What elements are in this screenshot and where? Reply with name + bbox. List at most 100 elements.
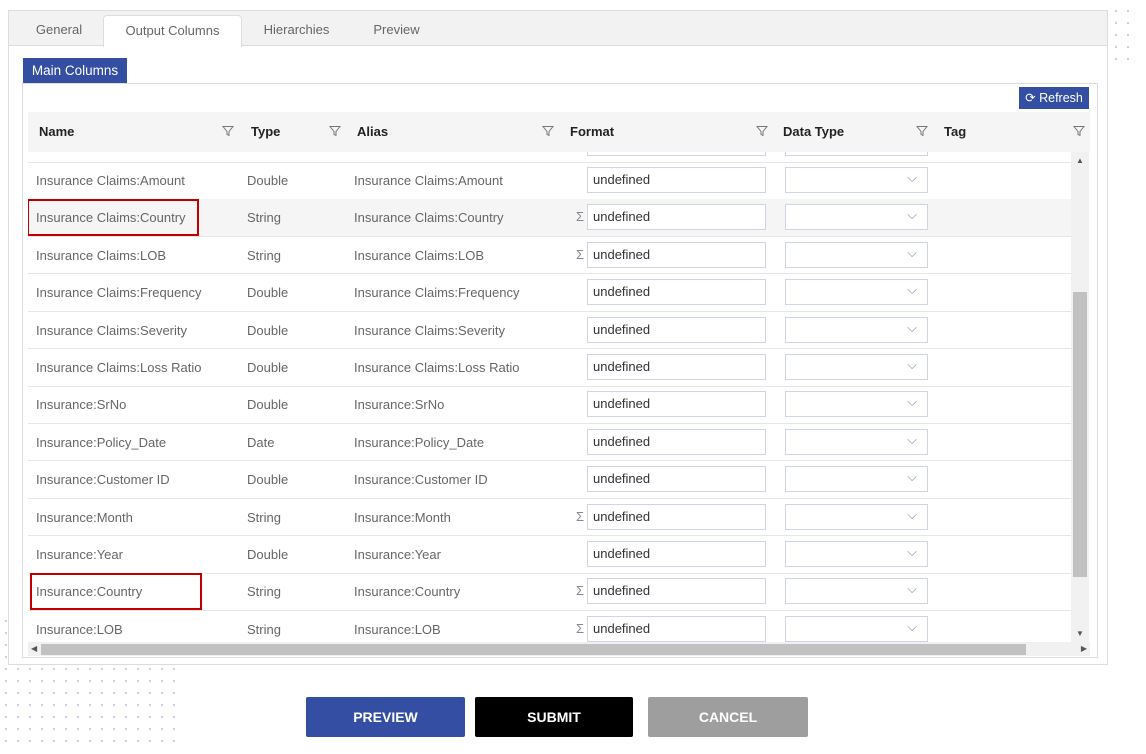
scroll-down-icon[interactable]: ▼	[1076, 629, 1084, 638]
format-input[interactable]: undefined	[587, 428, 766, 455]
filter-icon[interactable]	[915, 125, 929, 137]
chevron-down-icon: ⌵	[907, 170, 917, 185]
vertical-scrollbar[interactable]: ▲ ▼	[1071, 152, 1089, 642]
table-row[interactable]: Insurance Claims:Severity Double Insurance…	[28, 312, 1071, 350]
table-row[interactable]: Insurance:SrNo Double Insurance:SrNo undefi…	[28, 386, 1071, 424]
table-row[interactable]: Insurance Claims:Frequency Double Insuranc…	[28, 274, 1071, 312]
data-type-select[interactable]: ⌵	[785, 503, 928, 530]
chevron-down-icon: ⌵	[907, 244, 917, 260]
type-cell: Double	[247, 285, 289, 301]
table-header: Name Type Alias Format Data Type Tag	[28, 112, 1090, 152]
filter-icon[interactable]	[541, 125, 555, 137]
table-body: Insurance Claims:Amount Double Insurance C…	[28, 152, 1071, 642]
format-input[interactable]: undefined	[587, 316, 766, 343]
table-row[interactable]: Insurance Claims:Country String Insurance …	[28, 199, 1071, 237]
tab-hierarchies[interactable]: Hierarchies	[249, 15, 344, 46]
format-input[interactable]: undefined	[587, 204, 766, 231]
table-row[interactable]: Insurance:LOB String Insurance:LOB Σundefin…	[28, 611, 1071, 642]
data-type-select[interactable]: ⌵	[785, 316, 928, 343]
refresh-icon: ⟳	[1025, 91, 1036, 105]
filter-icon[interactable]	[221, 125, 235, 137]
alias-cell: Insurance Claims:Severity	[354, 322, 505, 338]
column-header-format[interactable]: Format	[570, 112, 614, 152]
data-type-select[interactable]: ⌵	[785, 541, 928, 567]
output-columns-panel: General Output Columns Hierarchies Previ…	[8, 10, 1108, 665]
format-input[interactable]: undefined	[587, 541, 766, 567]
filter-icon[interactable]	[755, 125, 769, 137]
scroll-right-icon[interactable]: ▶	[1081, 644, 1087, 653]
table-row[interactable]: Insurance Claims:Loss Ratio Double Insuran…	[28, 349, 1071, 387]
data-type-select[interactable]: ⌵	[785, 204, 928, 231]
sigma-icon: Σ	[576, 583, 585, 599]
preview-button[interactable]: PREVIEW	[306, 697, 465, 737]
chevron-down-icon: ⌵	[907, 506, 917, 522]
table-row-partial	[28, 152, 1071, 163]
column-header-data-type[interactable]: Data Type	[783, 112, 844, 152]
table-row[interactable]: Insurance:Country String Insurance:Country…	[28, 573, 1071, 611]
table-row[interactable]: Insurance:Policy_Date Date Insurance:Polic…	[28, 424, 1071, 462]
refresh-button[interactable]: ⟳ Refresh	[1019, 87, 1089, 109]
type-cell: String	[247, 509, 281, 525]
sigma-icon: Σ	[576, 209, 585, 225]
type-cell: Date	[247, 434, 275, 450]
chevron-down-icon: ⌵	[907, 469, 917, 485]
data-type-select[interactable]: ⌵	[785, 241, 928, 268]
table-row[interactable]: Insurance:Month String Insurance:Month Σund…	[28, 499, 1071, 537]
chevron-down-icon: ⌵	[907, 581, 917, 597]
format-input[interactable]: undefined	[587, 354, 766, 380]
column-header-alias[interactable]: Alias	[357, 112, 388, 152]
data-type-select[interactable]	[785, 152, 928, 156]
filter-icon[interactable]	[1072, 125, 1086, 137]
format-input[interactable]: undefined	[587, 241, 766, 268]
format-input[interactable]: undefined	[587, 391, 766, 418]
alias-cell: Insurance:SrNo	[354, 397, 445, 413]
column-header-type[interactable]: Type	[251, 112, 280, 152]
data-type-select[interactable]: ⌵	[785, 391, 928, 418]
chevron-down-icon: ⌵	[907, 394, 917, 410]
format-input[interactable]: undefined	[587, 615, 766, 642]
alias-cell: Insurance:Policy_Date	[354, 434, 485, 450]
format-input[interactable]: undefined	[587, 466, 766, 493]
vertical-scroll-thumb[interactable]	[1073, 292, 1087, 577]
name-cell: Insurance:SrNo	[36, 397, 127, 413]
data-type-select[interactable]: ⌵	[785, 615, 928, 642]
column-header-name[interactable]: Name	[39, 112, 74, 152]
name-cell: Insurance:LOB	[36, 621, 123, 637]
format-input[interactable]: undefined	[587, 279, 766, 306]
type-cell: Double	[247, 472, 289, 488]
tab-general[interactable]: General	[23, 15, 95, 46]
alias-cell: Insurance Claims:Country	[354, 210, 504, 226]
data-type-select[interactable]: ⌵	[785, 578, 928, 605]
table-row[interactable]: Insurance Claims:Amount Double Insurance C…	[28, 162, 1071, 200]
alias-cell: Insurance Claims:Amount	[354, 173, 503, 188]
data-type-select[interactable]: ⌵	[785, 428, 928, 455]
format-input[interactable]: undefined	[587, 578, 766, 605]
chevron-down-icon: ⌵	[907, 319, 917, 335]
cancel-button[interactable]: CANCEL	[648, 697, 808, 737]
horizontal-scroll-thumb[interactable]	[41, 644, 1026, 655]
format-input[interactable]: undefined	[587, 503, 766, 530]
format-input[interactable]	[587, 152, 766, 156]
data-type-select[interactable]: ⌵	[785, 279, 928, 306]
filter-icon[interactable]	[328, 125, 342, 137]
table-row[interactable]: Insurance:Customer ID Double Insurance:Cus…	[28, 461, 1071, 499]
table-row[interactable]: Insurance Claims:LOB String Insurance Clai…	[28, 237, 1071, 275]
main-columns-tab[interactable]: Main Columns	[23, 58, 127, 84]
type-cell: Double	[247, 547, 289, 562]
alias-cell: Insurance Claims:Loss Ratio	[354, 360, 520, 375]
data-type-select[interactable]: ⌵	[785, 466, 928, 493]
tab-preview[interactable]: Preview	[359, 15, 434, 46]
sigma-icon: Σ	[576, 246, 585, 262]
data-type-select[interactable]: ⌵	[785, 354, 928, 380]
scroll-left-icon[interactable]: ◀	[31, 644, 37, 653]
data-type-select[interactable]: ⌵	[785, 167, 928, 193]
format-input[interactable]: undefined	[587, 167, 766, 193]
name-cell: Insurance:Policy_Date	[36, 434, 167, 450]
submit-button[interactable]: SUBMIT	[475, 697, 633, 737]
horizontal-scrollbar[interactable]: ◀ ▶	[28, 642, 1090, 656]
table-row[interactable]: Insurance:Year Double Insurance:Year undefi…	[28, 536, 1071, 574]
column-header-tag[interactable]: Tag	[944, 112, 966, 152]
scroll-up-icon[interactable]: ▲	[1076, 156, 1084, 165]
tab-output-columns[interactable]: Output Columns	[103, 15, 242, 47]
chevron-down-icon: ⌵	[907, 207, 917, 223]
